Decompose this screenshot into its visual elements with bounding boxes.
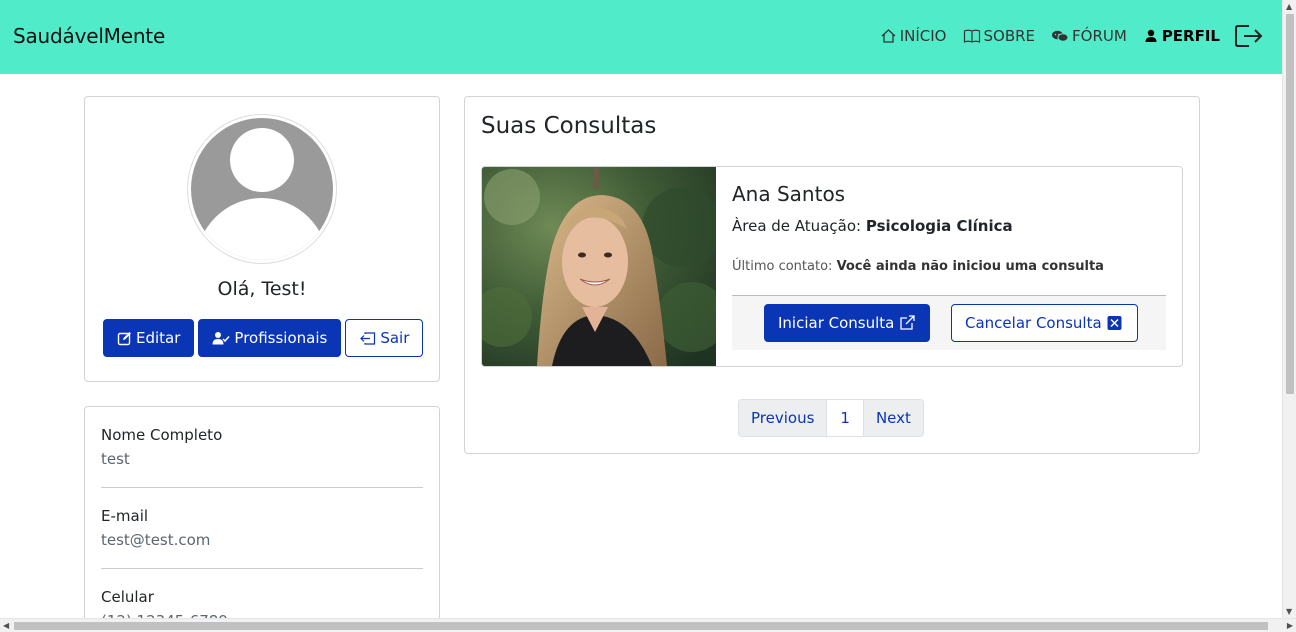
email-value: test@test.com bbox=[101, 531, 211, 549]
pagination: Previous 1 Next bbox=[738, 399, 924, 437]
home-icon bbox=[881, 29, 896, 43]
scroll-left-icon[interactable]: ◀ bbox=[3, 621, 9, 630]
box-arrow-left-icon bbox=[360, 331, 376, 345]
book-icon bbox=[963, 29, 980, 43]
professional-card-footer: Iniciar Consulta Cancelar Consulta bbox=[732, 295, 1166, 350]
nav-item-perfil[interactable]: PERFIL bbox=[1143, 27, 1220, 45]
brand-logo[interactable]: SaudávelMente bbox=[13, 24, 165, 48]
nav-menu: INÍCIO SOBRE FÓRUM PERFIL bbox=[864, 22, 1264, 50]
pagination-page[interactable]: 1 bbox=[826, 400, 864, 436]
person-icon bbox=[1145, 29, 1157, 42]
consultations-card: Suas Consultas Ana Santos Àrea de Atuaçã… bbox=[464, 96, 1200, 454]
pagination-previous[interactable]: Previous bbox=[739, 400, 827, 436]
professional-card: Ana Santos Àrea de Atuação: Psicologia C… bbox=[481, 166, 1183, 367]
profile-actions: Editar Profissionais Sair bbox=[103, 319, 424, 357]
horizontal-scrollbar[interactable]: ◀ ▶ bbox=[0, 618, 1296, 632]
nav-item-inicio[interactable]: INÍCIO bbox=[880, 27, 947, 45]
avatar bbox=[187, 114, 337, 264]
avatar-placeholder-icon bbox=[191, 118, 333, 260]
last-contact: Último contato: Você ainda não iniciou u… bbox=[732, 259, 1104, 274]
phone-label: Celular bbox=[101, 588, 154, 606]
greeting: Olá, Test! bbox=[217, 278, 307, 300]
professionals-button-label: Profissionais bbox=[234, 329, 328, 347]
professional-name: Ana Santos bbox=[732, 182, 846, 206]
logout-button[interactable] bbox=[1234, 23, 1264, 49]
email-label: E-mail bbox=[101, 507, 149, 525]
nav-item-label: INÍCIO bbox=[899, 27, 947, 45]
nav-item-label: SOBRE bbox=[983, 27, 1036, 45]
edit-button[interactable]: Editar bbox=[103, 319, 195, 357]
scrollbar-thumb[interactable] bbox=[14, 622, 1268, 630]
vertical-scrollbar[interactable]: ▲ ▼ bbox=[1282, 0, 1296, 618]
full-name-value: test bbox=[101, 450, 130, 468]
cancel-consultation-label: Cancelar Consulta bbox=[965, 314, 1102, 332]
divider bbox=[101, 487, 423, 488]
start-consultation-button[interactable]: Iniciar Consulta bbox=[764, 304, 931, 342]
nav-item-sobre[interactable]: SOBRE bbox=[963, 27, 1036, 45]
logout-profile-button[interactable]: Sair bbox=[345, 319, 424, 357]
profile-card: Olá, Test! Editar Profissionais Sair bbox=[84, 96, 440, 382]
scroll-down-icon[interactable]: ▼ bbox=[1286, 607, 1292, 616]
edit-icon bbox=[117, 331, 131, 345]
nav-item-forum[interactable]: FÓRUM bbox=[1051, 27, 1127, 45]
area-value: Psicologia Clínica bbox=[865, 217, 1013, 235]
professional-photo bbox=[482, 167, 716, 366]
nav-item-label: PERFIL bbox=[1161, 27, 1220, 45]
nav-item-label: FÓRUM bbox=[1072, 27, 1127, 45]
logout-profile-label: Sair bbox=[380, 329, 410, 347]
logout-icon bbox=[1235, 25, 1263, 47]
divider bbox=[101, 568, 423, 569]
info-card: Nome Completo test E-mail test@test.com … bbox=[84, 406, 440, 632]
full-name-label: Nome Completo bbox=[101, 426, 223, 444]
consultations-title: Suas Consultas bbox=[481, 113, 657, 139]
last-contact-value: Você ainda não iniciou uma consulta bbox=[836, 259, 1104, 274]
external-link-icon bbox=[900, 315, 916, 330]
area-label: Àrea de Atuação: bbox=[732, 217, 862, 235]
cancel-consultation-button[interactable]: Cancelar Consulta bbox=[951, 304, 1138, 342]
scrollbar-thumb[interactable] bbox=[1286, 14, 1294, 394]
scroll-up-icon[interactable]: ▲ bbox=[1286, 2, 1292, 11]
scroll-right-icon[interactable]: ▶ bbox=[1287, 621, 1293, 630]
professional-area: Àrea de Atuação: Psicologia Clínica bbox=[732, 217, 1013, 235]
navbar: SaudávelMente INÍCIO SOBRE FÓRUM PERFIL bbox=[0, 0, 1282, 74]
chat-icon bbox=[1052, 30, 1069, 42]
edit-button-label: Editar bbox=[136, 329, 181, 347]
pagination-next[interactable]: Next bbox=[863, 400, 923, 436]
last-contact-label: Último contato: bbox=[732, 259, 833, 274]
start-consultation-label: Iniciar Consulta bbox=[778, 314, 895, 332]
person-check-icon bbox=[212, 331, 230, 344]
professionals-button[interactable]: Profissionais bbox=[198, 319, 342, 357]
x-square-icon bbox=[1107, 316, 1122, 330]
